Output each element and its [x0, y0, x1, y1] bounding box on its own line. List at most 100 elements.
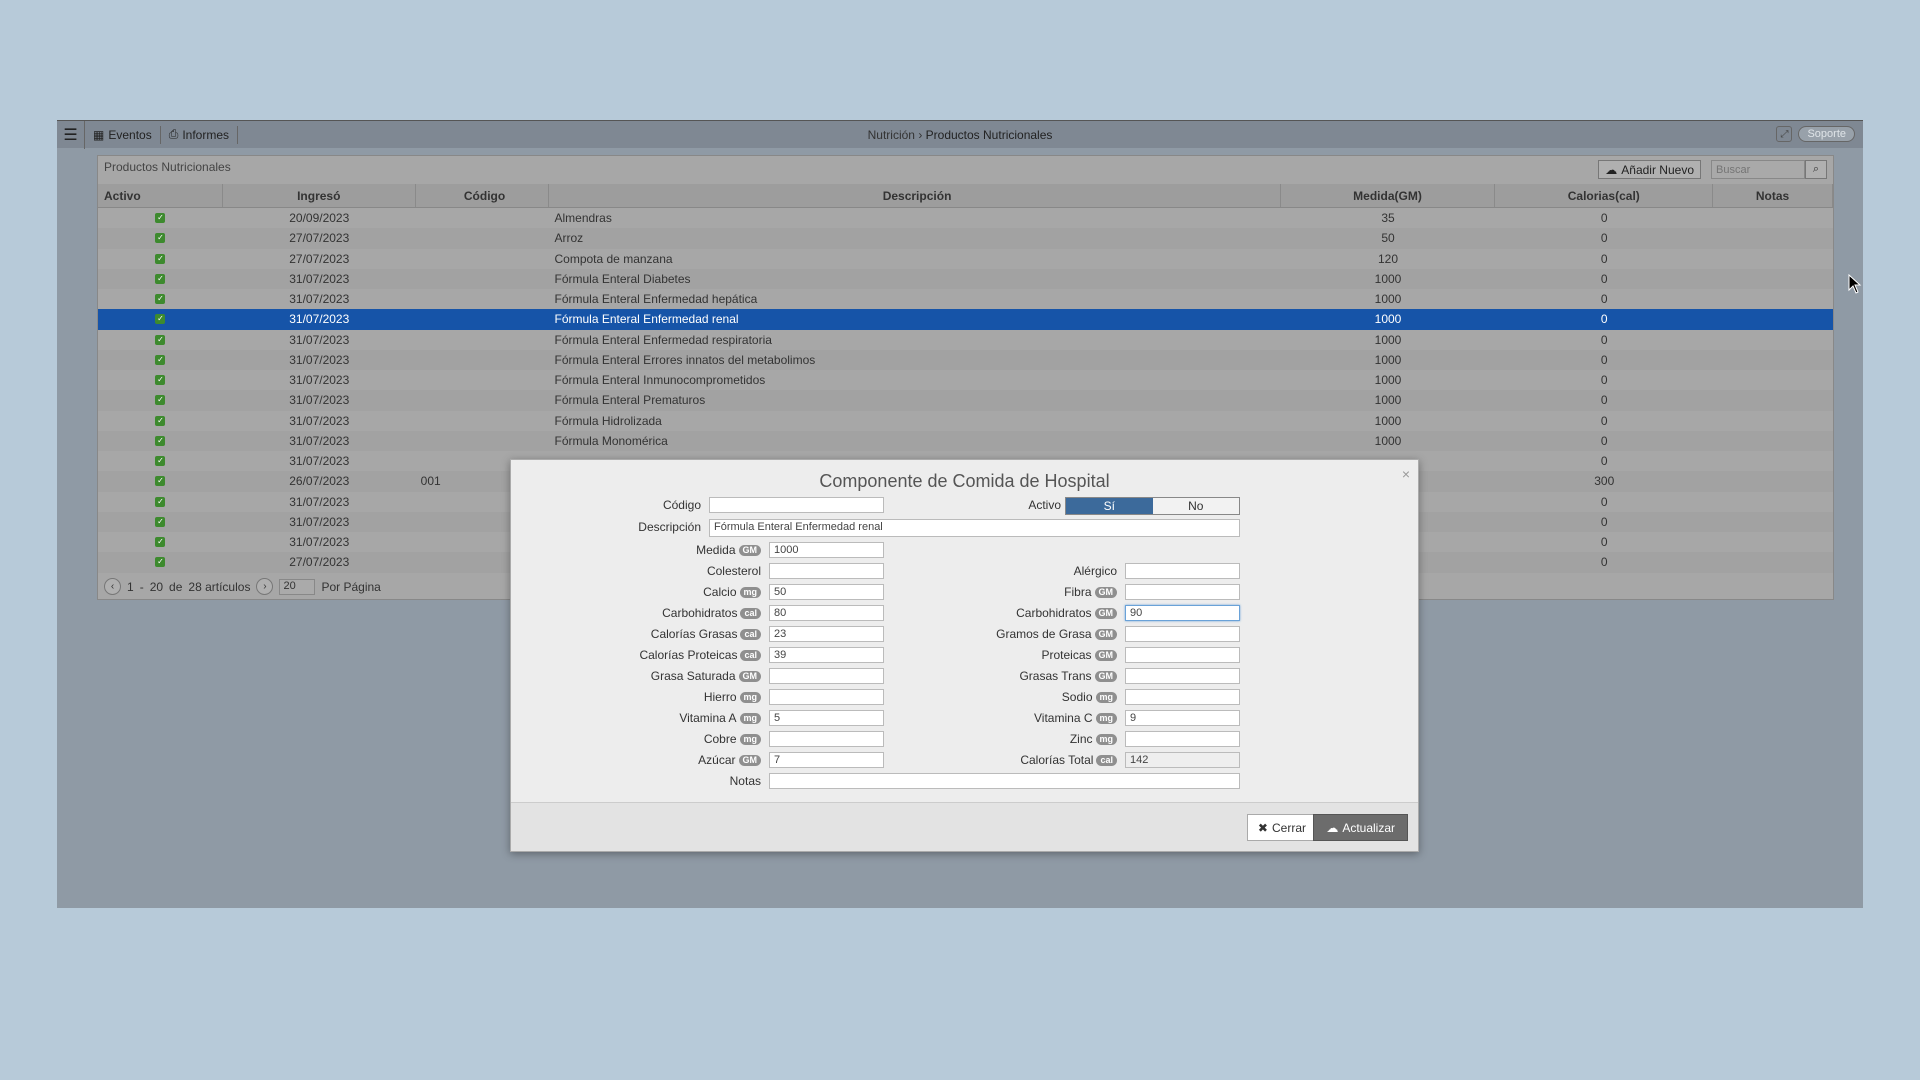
zinc-input[interactable] [1125, 731, 1240, 747]
unit-badge-gm: GM [738, 754, 761, 766]
checkbox-checked-icon[interactable]: ✓ [155, 516, 166, 527]
grasa-saturada-input[interactable] [769, 668, 884, 684]
col-header-activo[interactable]: Activo [98, 184, 223, 207]
activo-toggle[interactable]: Sí No [1065, 497, 1240, 515]
active-cell[interactable]: ✓ [98, 415, 223, 426]
calorias-proteicas-input[interactable]: 39 [769, 647, 884, 663]
col-header-medida[interactable]: Medida(GM) [1281, 184, 1496, 207]
active-cell[interactable]: ✓ [98, 476, 223, 487]
table-row[interactable]: ✓ 31/07/2023 Fórmula Enteral Inmunocomprom… [98, 370, 1833, 391]
prev-page-icon[interactable]: ‹ [104, 578, 121, 595]
reports-button[interactable]: ⎙ Informes [161, 125, 238, 144]
alergico-input[interactable] [1125, 563, 1240, 579]
activo-yes-button[interactable]: Sí [1066, 498, 1153, 514]
table-row[interactable]: ✓ 31/07/2023 Fórmula Hidrolizada 1000 0 [98, 410, 1833, 431]
reports-label: Informes [182, 127, 229, 142]
checkbox-checked-icon[interactable]: ✓ [155, 415, 166, 426]
table-row[interactable]: ✓ 20/09/2023 Almendras 35 0 [98, 208, 1833, 229]
checkbox-checked-icon[interactable]: ✓ [155, 354, 166, 365]
col-header-calorias[interactable]: Calorias(cal) [1495, 184, 1714, 207]
table-row[interactable]: ✓ 31/07/2023 Fórmula Enteral Errores innat… [98, 349, 1833, 370]
table-row[interactable]: ✓ 31/07/2023 Fórmula Enteral Enfermedad re… [98, 329, 1833, 350]
proteicas-input[interactable] [1125, 647, 1240, 663]
checkbox-checked-icon[interactable]: ✓ [155, 537, 166, 548]
cobre-input[interactable] [769, 731, 884, 747]
active-cell[interactable]: ✓ [98, 456, 223, 467]
active-cell[interactable]: ✓ [98, 557, 223, 568]
active-cell[interactable]: ✓ [98, 314, 223, 325]
active-cell[interactable]: ✓ [98, 213, 223, 224]
col-header-ingreso[interactable]: Ingresó [223, 184, 416, 207]
checkbox-checked-icon[interactable]: ✓ [155, 253, 166, 264]
table-row[interactable]: ✓ 27/07/2023 Arroz 50 0 [98, 228, 1833, 249]
expand-icon[interactable]: ⤢ [1776, 126, 1793, 142]
calcio-input[interactable]: 50 [769, 584, 884, 600]
breadcrumb-parent[interactable]: Nutrición [868, 128, 915, 142]
gramos-grasa-input[interactable] [1125, 626, 1240, 642]
azucar-input[interactable]: 7 [769, 752, 884, 768]
checkbox-checked-icon[interactable]: ✓ [155, 557, 166, 568]
table-row[interactable]: ✓ 27/07/2023 Compota de manzana 120 0 [98, 248, 1833, 269]
table-row[interactable]: ✓ 31/07/2023 Fórmula Enteral Enfermedad he… [98, 289, 1833, 310]
colesterol-input[interactable] [769, 563, 884, 579]
page-size-select[interactable]: 20 [279, 578, 316, 595]
active-cell[interactable]: ✓ [98, 395, 223, 406]
sodio-input[interactable] [1125, 689, 1240, 705]
vitamina-c-input[interactable]: 9 [1125, 710, 1240, 726]
notas-input[interactable] [769, 773, 1240, 789]
checkbox-checked-icon[interactable]: ✓ [155, 375, 166, 386]
hamburger-menu-icon[interactable]: ☰ [57, 120, 85, 149]
active-cell[interactable]: ✓ [98, 435, 223, 446]
vitamina-a-input[interactable]: 5 [769, 710, 884, 726]
active-cell[interactable]: ✓ [98, 354, 223, 365]
activo-no-button[interactable]: No [1152, 498, 1239, 514]
table-row[interactable]: ✓ 31/07/2023 Fórmula Monomérica 1000 0 [98, 430, 1833, 451]
fibra-input[interactable] [1125, 584, 1240, 600]
checkbox-checked-icon[interactable]: ✓ [155, 435, 166, 446]
active-cell[interactable]: ✓ [98, 294, 223, 305]
update-button[interactable]: ☁ Actualizar [1313, 814, 1408, 841]
hierro-input[interactable] [769, 689, 884, 705]
descripcion-input[interactable]: Fórmula Enteral Enfermedad renal [709, 519, 1240, 537]
active-cell[interactable]: ✓ [98, 537, 223, 548]
medida-input[interactable]: 1000 [769, 542, 884, 558]
active-cell[interactable]: ✓ [98, 233, 223, 244]
events-button[interactable]: ▦ Eventos [85, 125, 161, 144]
table-row[interactable]: ✓ 31/07/2023 Fórmula Enteral Prematuros 100… [98, 390, 1833, 411]
col-header-codigo[interactable]: Código [416, 184, 550, 207]
checkbox-checked-icon[interactable]: ✓ [155, 314, 166, 325]
add-new-button[interactable]: ☁ Añadir Nuevo [1598, 160, 1701, 179]
support-button[interactable]: Soporte [1798, 126, 1855, 142]
checkbox-checked-icon[interactable]: ✓ [155, 213, 166, 224]
close-button[interactable]: ✖ Cerrar [1246, 814, 1317, 841]
checkbox-checked-icon[interactable]: ✓ [155, 334, 166, 345]
calorias-grasas-input[interactable]: 23 [769, 626, 884, 642]
active-cell[interactable]: ✓ [98, 253, 223, 264]
col-header-notas[interactable]: Notas [1713, 184, 1833, 207]
table-row[interactable]: ✓ 31/07/2023 Fórmula Enteral Diabetes 1000 0 [98, 268, 1833, 289]
checkbox-checked-icon[interactable]: ✓ [155, 273, 166, 284]
active-cell[interactable]: ✓ [98, 334, 223, 345]
col-header-descripcion[interactable]: Descripción [549, 184, 1281, 207]
checkbox-checked-icon[interactable]: ✓ [155, 294, 166, 305]
grasas-trans-input[interactable] [1125, 668, 1240, 684]
active-cell[interactable]: ✓ [98, 516, 223, 527]
checkbox-checked-icon[interactable]: ✓ [155, 233, 166, 244]
checkbox-checked-icon[interactable]: ✓ [155, 456, 166, 467]
carbohidratos-gm-input[interactable]: 90 [1125, 605, 1240, 621]
checkbox-checked-icon[interactable]: ✓ [155, 395, 166, 406]
codigo-input[interactable] [709, 497, 884, 513]
update-button-label: Actualizar [1342, 820, 1395, 835]
table-row[interactable]: ✓ 31/07/2023 Fórmula Enteral Enfermedad re… [98, 309, 1833, 330]
close-icon[interactable]: × [1402, 466, 1410, 482]
next-page-icon[interactable]: › [256, 578, 274, 595]
active-cell[interactable]: ✓ [98, 375, 223, 386]
active-cell[interactable]: ✓ [98, 273, 223, 284]
checkbox-checked-icon[interactable]: ✓ [155, 496, 166, 507]
vitamina-c-label: Vitamina Cmg [911, 710, 1117, 726]
carbohidratos-cal-input[interactable]: 80 [769, 605, 884, 621]
checkbox-checked-icon[interactable]: ✓ [155, 476, 166, 487]
search-icon[interactable]: ⌕ [1805, 160, 1827, 179]
active-cell[interactable]: ✓ [98, 496, 223, 507]
search-input[interactable] [1711, 160, 1805, 179]
